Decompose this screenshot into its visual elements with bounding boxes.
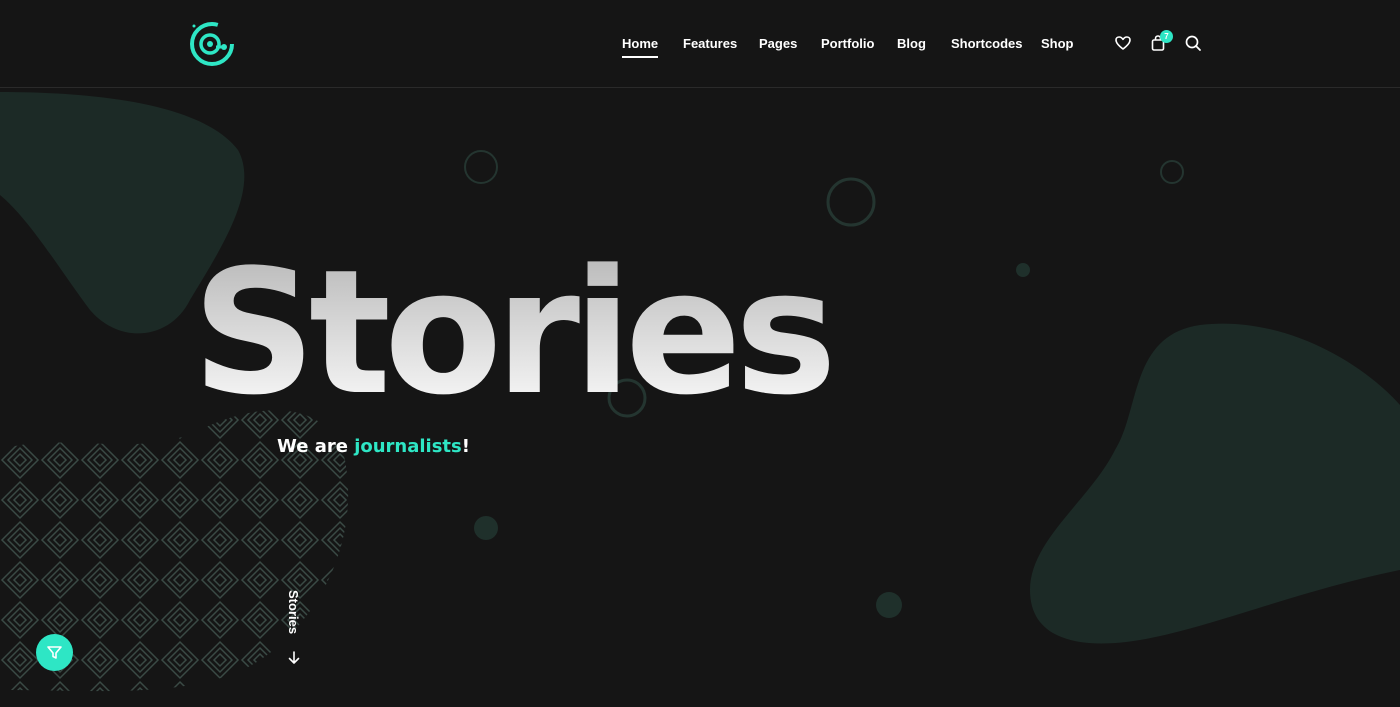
heart-icon[interactable] xyxy=(1114,34,1132,52)
cart-count-badge: 7 xyxy=(1160,30,1173,43)
hero-subtitle-suffix: ! xyxy=(461,436,470,457)
hero-subtitle-accent: journalists xyxy=(354,436,462,457)
nav-shortcodes[interactable]: Shortcodes xyxy=(951,36,1023,51)
hero-title: Stories xyxy=(192,232,837,433)
dot-2 xyxy=(474,516,498,540)
nav-shop[interactable]: Shop xyxy=(1041,36,1074,51)
dot-1 xyxy=(1016,263,1030,277)
dot-3 xyxy=(876,592,902,618)
site-header: Home Features Pages Portfolio Blog Short… xyxy=(0,0,1400,88)
nav-portfolio[interactable]: Portfolio xyxy=(821,36,874,51)
blob-right xyxy=(1030,323,1400,644)
nav-features[interactable]: Features xyxy=(683,36,737,51)
logo[interactable] xyxy=(186,20,238,68)
filter-icon xyxy=(47,646,62,659)
nav-blog[interactable]: Blog xyxy=(897,36,926,51)
filter-button[interactable] xyxy=(36,634,73,671)
ring-3 xyxy=(1160,160,1184,184)
ring-1 xyxy=(464,150,498,184)
scroll-label[interactable]: Stories xyxy=(286,590,301,634)
hero-subtitle-prefix: We are xyxy=(277,436,355,457)
arrow-down-icon[interactable] xyxy=(287,651,301,665)
ring-2 xyxy=(826,177,876,227)
nav-home[interactable]: Home xyxy=(622,36,659,58)
hero-subtitle: We are journalists! xyxy=(277,436,470,457)
nav-pages[interactable]: Pages xyxy=(759,36,797,51)
search-icon[interactable] xyxy=(1184,34,1202,52)
